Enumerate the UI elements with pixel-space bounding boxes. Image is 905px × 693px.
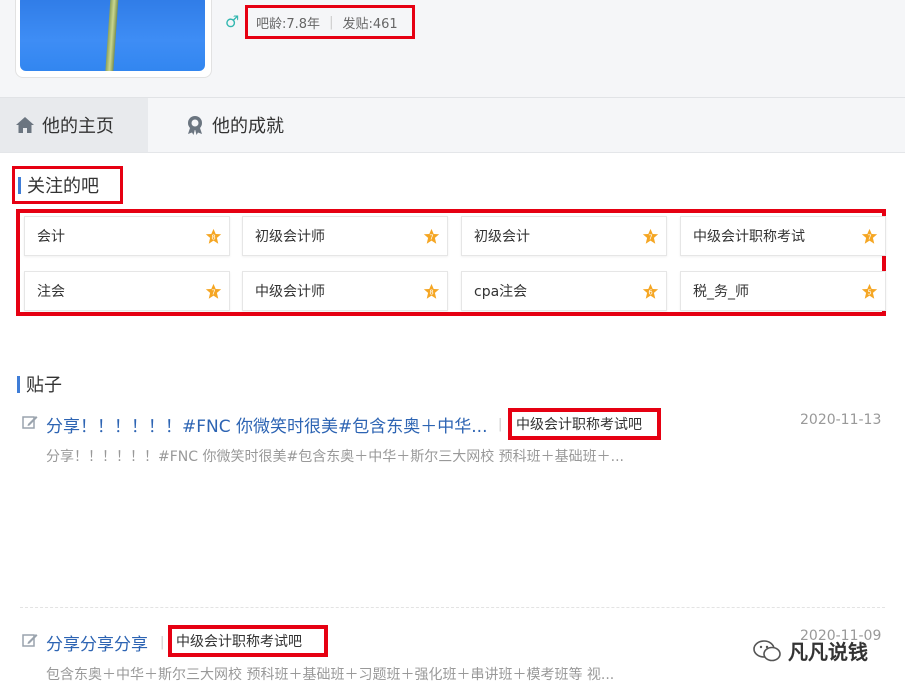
- post-date: 2020-11-13: [800, 412, 882, 428]
- svg-text:7: 7: [648, 233, 652, 241]
- forum-item[interactable]: 中级会计师 8: [242, 271, 448, 311]
- forum-item[interactable]: 初级会计 7: [461, 216, 667, 256]
- svg-text:6: 6: [648, 288, 652, 296]
- male-gender-icon: ♂: [225, 12, 240, 31]
- level-star-icon: 5: [861, 283, 878, 299]
- watermark: 凡凡说钱: [752, 636, 868, 665]
- tab-achievements-label: 他的成就: [212, 116, 284, 137]
- forum-item[interactable]: 中级会计职称考试 7: [680, 216, 886, 256]
- post-title-link[interactable]: 分享！！！！！！#FNC 你微笑时很美#包含东奥＋中华...: [46, 412, 487, 437]
- level-star-icon: 7: [642, 228, 659, 244]
- tab-home-label: 他的主页: [42, 116, 114, 137]
- svg-text:5: 5: [867, 288, 871, 296]
- post-count-label: 发贴:461: [342, 16, 398, 32]
- forum-name: 中级会计职称考试: [693, 229, 805, 245]
- forum-item[interactable]: 注会 7: [24, 271, 230, 311]
- post-separator: |: [160, 635, 165, 650]
- watermark-text: 凡凡说钱: [788, 640, 868, 664]
- forum-item[interactable]: 会计 8: [24, 216, 230, 256]
- forum-name: 注会: [37, 284, 65, 300]
- tab-achievements[interactable]: 他的成就: [170, 98, 284, 152]
- level-star-icon: 8: [205, 228, 222, 244]
- avatar-frame: [15, 0, 212, 78]
- forum-name: 税_务_师: [693, 284, 749, 300]
- forum-item[interactable]: 税_务_师 5: [680, 271, 886, 311]
- forum-name: cpa注会: [474, 284, 528, 300]
- level-star-icon: 6: [642, 283, 659, 299]
- svg-text:7: 7: [211, 288, 215, 296]
- edit-post-icon: [22, 416, 38, 429]
- forum-name: 中级会计师: [255, 284, 325, 300]
- level-star-icon: 8: [423, 283, 440, 299]
- badge-icon: [188, 116, 202, 135]
- post-separator: |: [498, 417, 503, 432]
- profile-tabs: 他的主页 他的成就: [0, 98, 905, 153]
- post-forum-link[interactable]: 中级会计职称考试吧: [508, 408, 661, 440]
- profile-header: ♂ 吧龄:7.8年 | 发贴:461: [0, 0, 905, 98]
- stats-separator: |: [329, 14, 334, 30]
- followed-forums-grid: 会计 8 初级会计师 7 初级会计 7 中级会计职称考试 7 注会 7 中级会计…: [16, 209, 886, 316]
- heading-accent-bar: [17, 375, 20, 393]
- post-title-link[interactable]: 分享分享分享: [46, 630, 148, 655]
- post-excerpt: 分享！！！！！！#FNC 你微笑时很美#包含东奥＋中华＋斯尔三大网校 预科班＋基…: [46, 449, 625, 465]
- svg-text:8: 8: [429, 288, 433, 296]
- post-divider: [20, 607, 885, 608]
- level-star-icon: 7: [861, 228, 878, 244]
- svg-text:7: 7: [867, 233, 871, 241]
- forum-item[interactable]: 初级会计师 7: [242, 216, 448, 256]
- svg-text:7: 7: [429, 233, 433, 241]
- svg-text:8: 8: [211, 233, 215, 241]
- post-forum-link[interactable]: 中级会计职称考试吧: [168, 625, 328, 657]
- forum-age-label: 吧龄:7.8年: [256, 16, 321, 32]
- forum-name: 初级会计师: [255, 229, 325, 245]
- followed-forums-heading: 关注的吧: [12, 166, 123, 204]
- level-star-icon: 7: [205, 283, 222, 299]
- profile-stats: 吧龄:7.8年 | 发贴:461: [245, 5, 415, 39]
- wechat-logo-icon: [753, 639, 781, 661]
- heading-accent-bar: [18, 176, 21, 194]
- post-excerpt: 包含东奥＋中华＋斯尔三大网校 预科班＋基础班＋习题班＋强化班＋串讲班＋模考班等 …: [46, 667, 615, 683]
- home-icon: [16, 117, 34, 133]
- level-star-icon: 7: [423, 228, 440, 244]
- avatar[interactable]: [20, 0, 205, 71]
- forum-name: 会计: [37, 229, 65, 245]
- tab-home[interactable]: 他的主页: [0, 98, 148, 152]
- forum-item[interactable]: cpa注会 6: [461, 271, 667, 311]
- posts-title: 贴子: [26, 375, 62, 396]
- edit-post-icon: [22, 634, 38, 647]
- followed-forums-title: 关注的吧: [27, 176, 99, 197]
- forum-name: 初级会计: [474, 229, 530, 245]
- posts-heading: 贴子: [17, 370, 62, 398]
